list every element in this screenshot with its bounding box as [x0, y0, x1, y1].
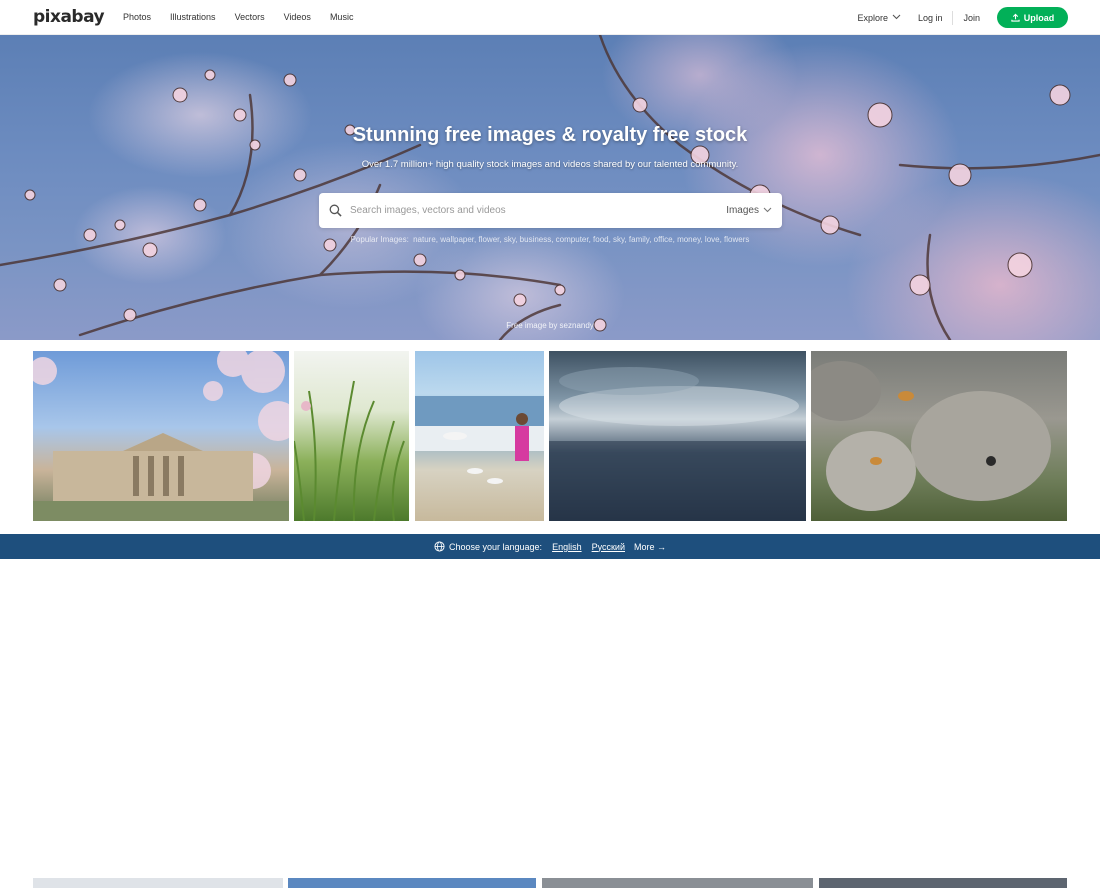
gallery-image[interactable]: [819, 878, 1067, 888]
gallery-image[interactable]: [294, 351, 409, 521]
language-option-russian[interactable]: Русский: [592, 542, 625, 552]
language-bar: Choose your language: English Русский Mo…: [0, 534, 1100, 559]
search-icon[interactable]: [329, 204, 342, 217]
gallery-image[interactable]: [811, 351, 1067, 521]
login-link[interactable]: Log in: [918, 13, 943, 23]
nav-vectors[interactable]: Vectors: [235, 12, 265, 22]
upload-button[interactable]: Upload: [997, 7, 1068, 28]
main-nav: Photos Illustrations Vectors Videos Musi…: [123, 12, 372, 22]
chevron-down-icon: [763, 206, 772, 215]
search-type-label: Images: [726, 205, 759, 216]
grass-illustration: [294, 380, 405, 521]
upload-label: Upload: [1023, 12, 1055, 23]
nav-illustrations[interactable]: Illustrations: [170, 12, 216, 22]
nav-videos[interactable]: Videos: [284, 12, 311, 22]
pixabay-logo[interactable]: pixabay: [33, 7, 105, 27]
gallery-image[interactable]: [542, 878, 813, 888]
explore-menu[interactable]: Explore: [857, 13, 901, 23]
sea-clouds-illustration: [549, 367, 806, 521]
popular-searches: Popular Images: nature, wallpaper, flowe…: [0, 235, 1100, 244]
search-type-select[interactable]: Images: [726, 205, 772, 216]
header-divider: [952, 10, 954, 25]
nav-music[interactable]: Music: [330, 12, 354, 22]
cherry-blossom-branches: [0, 35, 1100, 340]
top-header: pixabay Photos Illustrations Vectors Vid…: [0, 0, 1100, 35]
explore-label: Explore: [857, 12, 888, 23]
search-bar: Images: [319, 193, 782, 228]
popular-label: Popular Images:: [350, 235, 409, 244]
gallery-image[interactable]: [288, 878, 536, 888]
beach-seagulls-illustration: [415, 396, 544, 484]
hero-banner: Stunning free images & royalty free stoc…: [0, 35, 1100, 340]
language-more-link[interactable]: More →: [634, 542, 666, 552]
museum-building-illustration: [33, 351, 289, 521]
gallery-image[interactable]: [549, 351, 806, 521]
gallery-image[interactable]: [33, 351, 289, 521]
header-actions: Explore Log in Join Upload: [857, 7, 1068, 28]
cows-illustration: [811, 361, 1051, 511]
language-prompt: Choose your language:: [448, 541, 543, 552]
gallery-image[interactable]: [415, 351, 544, 521]
language-option-english[interactable]: English: [552, 542, 582, 552]
upload-icon: [1011, 13, 1020, 22]
hero-title: Stunning free images & royalty free stoc…: [352, 124, 748, 146]
popular-terms[interactable]: nature, wallpaper, flower, sky, business…: [413, 235, 749, 244]
search-input[interactable]: [350, 205, 727, 216]
image-credit[interactable]: Free image by seznandy: [0, 321, 1100, 330]
image-gallery: [0, 351, 1100, 888]
gallery-image[interactable]: [33, 878, 283, 888]
hero-subtitle: Over 1.7 million+ high quality stock ima…: [361, 159, 739, 170]
globe-icon: [434, 541, 445, 552]
chevron-down-icon: [892, 13, 901, 22]
join-link[interactable]: Join: [963, 13, 980, 23]
nav-photos[interactable]: Photos: [123, 12, 151, 22]
